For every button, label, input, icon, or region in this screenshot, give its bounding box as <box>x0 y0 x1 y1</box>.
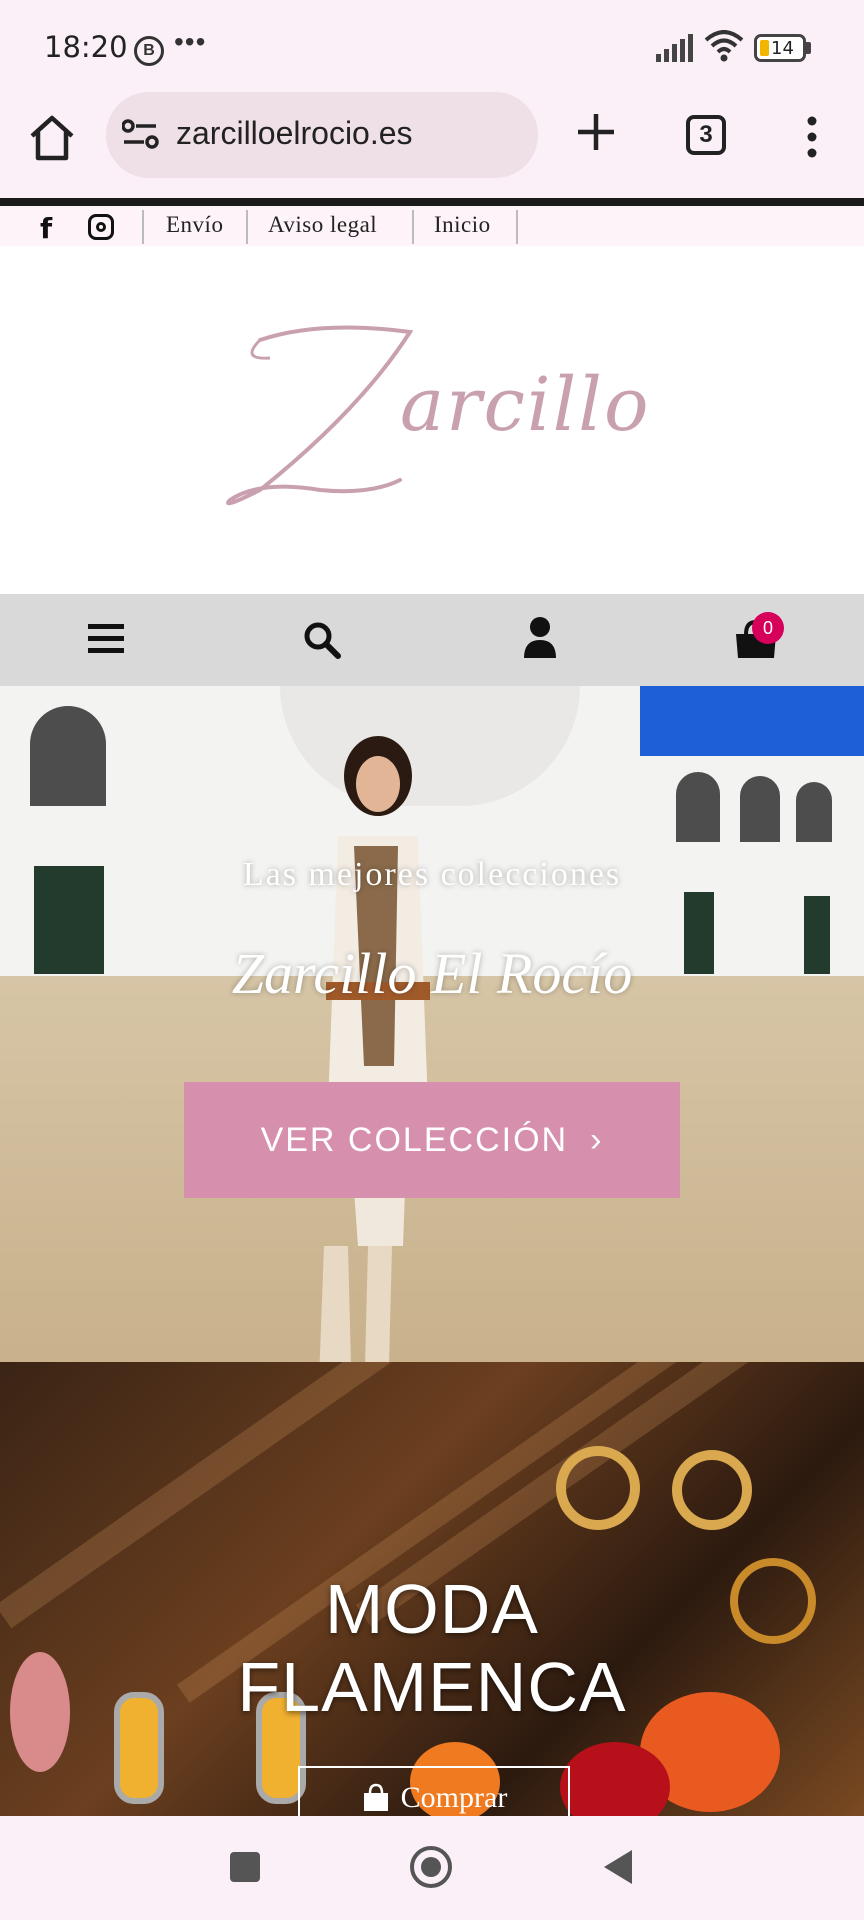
battery-fill <box>760 40 769 56</box>
battery-tip <box>806 42 811 54</box>
topbar-divider <box>516 210 518 244</box>
back-nav-icon[interactable] <box>604 1850 632 1884</box>
svg-text:arcillo: arcillo <box>400 362 651 448</box>
home-icon[interactable] <box>26 112 78 164</box>
site-topbar <box>0 206 864 246</box>
ver-coleccion-button[interactable]: VER COLECCIÓN › <box>184 1082 680 1198</box>
search-icon[interactable] <box>302 620 342 660</box>
wifi-icon <box>704 30 744 62</box>
more-menu-icon[interactable] <box>804 116 820 158</box>
hero-title: Zarcillo El Rocío <box>231 941 633 1006</box>
instagram-icon[interactable] <box>88 214 114 240</box>
url-text[interactable]: zarcilloelrocio.es <box>176 115 413 152</box>
hero-tagline: Las mejores colecciones <box>242 856 622 893</box>
moda-flamenca-title: MODA FLAMENCA <box>0 1570 864 1726</box>
status-time: 18:20 <box>44 30 128 64</box>
signal-icon <box>656 34 693 62</box>
hero-model-image <box>319 736 430 1362</box>
site-logo[interactable]: arcillo <box>200 300 670 520</box>
site-settings-icon[interactable] <box>122 118 160 150</box>
more-notifications-icon: ••• <box>174 26 207 57</box>
topbar-link-inicio[interactable]: Inicio <box>434 212 491 238</box>
hero-arch <box>796 782 832 842</box>
topbar-divider <box>246 210 248 244</box>
earring-image <box>556 1446 640 1530</box>
shopping-bag-icon <box>363 1783 388 1811</box>
comprar-label: Comprar <box>400 1781 508 1814</box>
recent-apps-icon[interactable] <box>230 1852 260 1882</box>
topbar-link-aviso-legal[interactable]: Aviso legal <box>268 212 377 238</box>
home-nav-icon[interactable] <box>410 1846 452 1888</box>
battery-level: 14 <box>771 38 794 59</box>
ver-coleccion-label: VER COLECCIÓN <box>260 1120 569 1159</box>
moda-flamenca-title-line2: FLAMENCA <box>237 1648 627 1726</box>
topbar-divider <box>412 210 414 244</box>
cart-count-badge: 0 <box>752 612 784 644</box>
hero-sky-image <box>640 686 864 756</box>
notification-icon: B <box>134 36 164 66</box>
page-top-border <box>0 198 864 206</box>
tab-switcher-button[interactable]: 3 <box>686 115 726 155</box>
moda-flamenca-title-line1: MODA <box>325 1570 539 1648</box>
topbar-link-envio[interactable]: Envío <box>166 212 223 238</box>
user-account-icon[interactable] <box>522 616 558 658</box>
earring-image <box>672 1450 752 1530</box>
battery-icon: 14 <box>754 34 806 62</box>
hero-banner <box>0 686 864 1362</box>
topbar-divider <box>142 210 144 244</box>
hamburger-menu-icon[interactable] <box>88 624 124 654</box>
hero-arch <box>676 772 720 842</box>
facebook-icon[interactable]: f <box>40 212 52 245</box>
new-tab-icon[interactable] <box>574 110 618 154</box>
chevron-right-icon: › <box>590 1120 604 1159</box>
hero-arch <box>30 706 106 806</box>
hero-arch <box>740 776 780 842</box>
